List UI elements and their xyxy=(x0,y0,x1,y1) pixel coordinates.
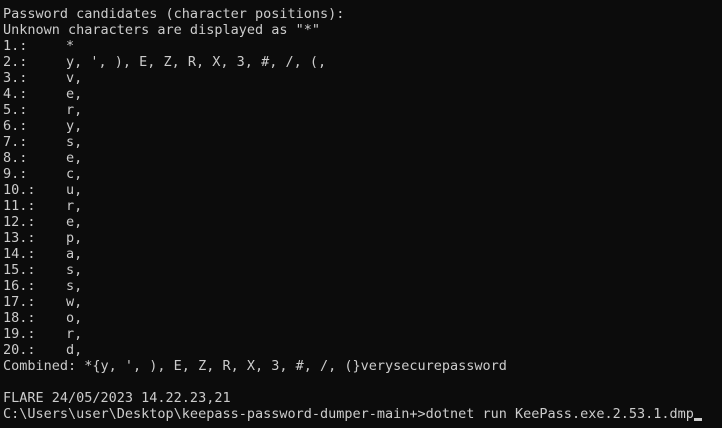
position-index: 18.: xyxy=(3,310,36,326)
position-chars: s, xyxy=(66,134,83,150)
output-header: Password candidates (character positions… xyxy=(3,6,345,22)
position-chars: e, xyxy=(66,86,83,102)
position-row: 18.: o, xyxy=(3,310,722,326)
unknown-chars-note: Unknown characters are displayed as "*" xyxy=(3,22,320,38)
position-index: 7.: xyxy=(3,134,28,150)
command-prompt[interactable]: C:\Users\user\Desktop\keepass-password-d… xyxy=(3,406,722,422)
position-chars: o, xyxy=(66,310,83,326)
position-chars: d, xyxy=(66,342,83,358)
position-chars: r, xyxy=(66,198,83,214)
position-chars: u, xyxy=(66,182,83,198)
position-list: 1.: * 2.: y, ', ), E, Z, R, X, 3, #, /, (, 3… xyxy=(3,38,722,358)
position-row: 4.: e, xyxy=(3,86,722,102)
position-chars: r, xyxy=(66,326,83,342)
position-row: 16.: s, xyxy=(3,278,722,294)
position-row: 1.: * xyxy=(3,38,722,54)
position-index: 6.: xyxy=(3,118,28,134)
position-row: 14.: a, xyxy=(3,246,722,262)
position-index: 2.: xyxy=(3,54,28,70)
prompt-command[interactable]: dotnet run KeePass.exe.2.53.1.dmp xyxy=(426,406,694,422)
position-index: 3.: xyxy=(3,70,28,86)
position-row: 5.: r, xyxy=(3,102,722,118)
position-row: 3.: v, xyxy=(3,70,722,86)
position-row: 15.: s, xyxy=(3,262,722,278)
combined-result: Combined: *{y, ', ), E, Z, R, X, 3, #, /… xyxy=(3,358,507,374)
position-row: 11.: r, xyxy=(3,198,722,214)
position-row: 19.: r, xyxy=(3,326,722,342)
position-chars: p, xyxy=(66,230,83,246)
position-row: 2.: y, ', ), E, Z, R, X, 3, #, /, (, xyxy=(3,54,722,70)
position-index: 10.: xyxy=(3,182,36,198)
prompt-path: C:\Users\user\Desktop\keepass-password-d… xyxy=(3,406,426,422)
position-chars: v, xyxy=(66,70,83,86)
position-chars: s, xyxy=(66,262,83,278)
position-index: 11.: xyxy=(3,198,36,214)
position-index: 19.: xyxy=(3,326,36,342)
position-index: 12.: xyxy=(3,214,36,230)
host-timestamp: FLARE 24/05/2023 14.22.23,21 xyxy=(3,390,231,406)
position-chars: c, xyxy=(66,166,83,182)
position-index: 16.: xyxy=(3,278,36,294)
position-row: 6.: y, xyxy=(3,118,722,134)
position-index: 5.: xyxy=(3,102,28,118)
position-row: 9.: c, xyxy=(3,166,722,182)
position-chars: * xyxy=(66,38,75,54)
position-row: 20.: d, xyxy=(3,342,722,358)
position-index: 17.: xyxy=(3,294,36,310)
position-index: 8.: xyxy=(3,150,28,166)
position-index: 15.: xyxy=(3,262,36,278)
position-chars: e, xyxy=(66,150,83,166)
position-index: 9.: xyxy=(3,166,28,182)
position-index: 1.: xyxy=(3,38,28,54)
position-row: 17.: w, xyxy=(3,294,722,310)
position-row: 12.: e, xyxy=(3,214,722,230)
position-chars: e, xyxy=(66,214,83,230)
position-chars: w, xyxy=(66,294,83,310)
position-index: 4.: xyxy=(3,86,28,102)
position-chars: s, xyxy=(66,278,83,294)
position-index: 14.: xyxy=(3,246,36,262)
position-row: 13.: p, xyxy=(3,230,722,246)
position-row: 8.: e, xyxy=(3,150,722,166)
position-row: 7.: s, xyxy=(3,134,722,150)
position-chars: y, xyxy=(66,118,83,134)
console-window[interactable]: Password candidates (character positions… xyxy=(0,0,722,428)
position-row: 10.: u, xyxy=(3,182,722,198)
text-cursor xyxy=(693,418,702,421)
position-index: 20.: xyxy=(3,342,36,358)
position-chars: r, xyxy=(66,102,83,118)
position-index: 13.: xyxy=(3,230,36,246)
position-chars: y, ', ), E, Z, R, X, 3, #, /, (, xyxy=(66,54,327,70)
position-chars: a, xyxy=(66,246,83,262)
